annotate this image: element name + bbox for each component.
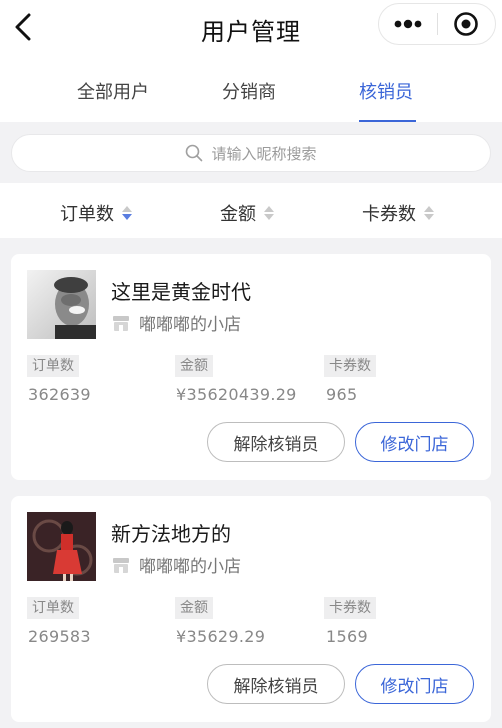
store-icon bbox=[113, 315, 129, 331]
close-button[interactable] bbox=[437, 4, 495, 44]
amount-value: ¥35629.29 bbox=[176, 627, 266, 646]
coupons-label: 卡券数 bbox=[324, 355, 376, 377]
active-tab-indicator bbox=[359, 120, 416, 122]
sort-amount-label: 金额 bbox=[220, 204, 256, 225]
target-circle-icon bbox=[454, 12, 479, 36]
store-info: 嘟嘟嘟的小店 bbox=[111, 552, 241, 577]
search-input[interactable]: 请输入昵称搜索 bbox=[11, 134, 491, 172]
sort-up-arrow bbox=[122, 206, 132, 212]
orders-value: 269583 bbox=[28, 627, 91, 646]
sort-coupons[interactable]: 卡券数 bbox=[362, 200, 434, 226]
search-area: 请输入昵称搜索 bbox=[0, 123, 502, 183]
orders-label: 订单数 bbox=[27, 597, 79, 619]
amount-label: 金额 bbox=[175, 597, 213, 619]
remove-verifier-button[interactable]: 解除核销员 bbox=[207, 422, 345, 462]
sort-up-arrow bbox=[424, 206, 434, 212]
coupons-value: 965 bbox=[326, 385, 358, 404]
verifier-card: 新方法地方的 嘟嘟嘟的小店 订单数 金额 卡券数 269583 ¥35629.2… bbox=[11, 496, 491, 722]
tab-distributors[interactable]: 分销商 bbox=[222, 78, 276, 122]
sort-orders-label: 订单数 bbox=[60, 204, 114, 225]
mini-program-capsule bbox=[378, 3, 496, 45]
nav-header: 用户管理 bbox=[0, 0, 502, 56]
store-name: 嘟嘟嘟的小店 bbox=[139, 557, 241, 577]
modify-store-button[interactable]: 修改门店 bbox=[355, 422, 474, 462]
sort-down-arrow bbox=[264, 214, 274, 220]
avatar bbox=[27, 512, 96, 581]
tab-verifiers[interactable]: 核销员 bbox=[359, 78, 413, 122]
member-name: 新方法地方的 bbox=[111, 522, 231, 546]
search-placeholder: 请输入昵称搜索 bbox=[211, 144, 317, 163]
sort-icon bbox=[424, 206, 434, 220]
orders-value: 362639 bbox=[28, 385, 91, 404]
sort-desc-icon bbox=[122, 206, 132, 220]
sort-amount[interactable]: 金额 bbox=[220, 200, 274, 226]
sort-down-arrow bbox=[424, 214, 434, 220]
modify-store-button[interactable]: 修改门店 bbox=[355, 664, 474, 704]
coupons-label: 卡券数 bbox=[324, 597, 376, 619]
more-dots-icon bbox=[394, 19, 422, 29]
coupons-value: 1569 bbox=[326, 627, 368, 646]
amount-label: 金额 bbox=[175, 355, 213, 377]
sort-up-arrow bbox=[264, 206, 274, 212]
sort-coupons-label: 卡券数 bbox=[362, 204, 416, 225]
member-name: 这里是黄金时代 bbox=[111, 280, 251, 304]
orders-label: 订单数 bbox=[27, 355, 79, 377]
store-icon bbox=[113, 557, 129, 573]
sort-down-arrow bbox=[122, 214, 132, 220]
sort-orders[interactable]: 订单数 bbox=[60, 200, 132, 226]
avatar bbox=[27, 270, 96, 339]
amount-value: ¥35620439.29 bbox=[176, 385, 297, 404]
sort-bar: 订单数 金额 卡券数 bbox=[0, 183, 502, 238]
store-info: 嘟嘟嘟的小店 bbox=[111, 310, 241, 335]
verifier-card: 这里是黄金时代 嘟嘟嘟的小店 订单数 金额 卡券数 362639 ¥356204… bbox=[11, 254, 491, 480]
tab-bar: 全部用户 分销商 核销员 bbox=[0, 56, 502, 122]
store-name: 嘟嘟嘟的小店 bbox=[139, 315, 241, 335]
more-button[interactable] bbox=[379, 4, 437, 44]
remove-verifier-button[interactable]: 解除核销员 bbox=[207, 664, 345, 704]
tab-all-users[interactable]: 全部用户 bbox=[77, 78, 149, 122]
search-icon bbox=[186, 144, 203, 162]
sort-icon bbox=[264, 206, 274, 220]
